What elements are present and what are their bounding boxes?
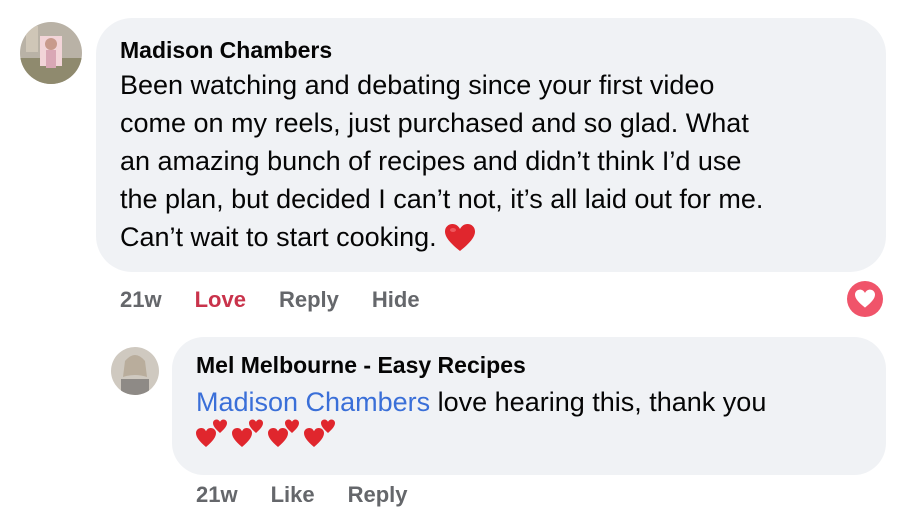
- reply-author[interactable]: Mel Melbourne - Easy Recipes: [196, 351, 862, 379]
- reply-timestamp[interactable]: 21w: [196, 482, 238, 508]
- two-hearts-icon: [304, 415, 336, 449]
- hide-button[interactable]: Hide: [372, 287, 420, 313]
- two-hearts-icon: [196, 415, 228, 449]
- reply-bubble: Mel Melbourne - Easy Recipes Madison Cha…: [172, 337, 886, 475]
- reply-to-reply-button[interactable]: Reply: [348, 482, 408, 508]
- two-hearts-icon: [268, 415, 300, 449]
- comment-timestamp[interactable]: 21w: [120, 287, 162, 313]
- red-heart-icon: [444, 223, 476, 253]
- replier-avatar[interactable]: [111, 347, 159, 395]
- comment-body: Been watching and debating since your fi…: [120, 70, 764, 252]
- two-hearts-icon: [232, 415, 264, 449]
- reply-button[interactable]: Reply: [279, 287, 339, 313]
- comment-text: Been watching and debating since your fi…: [120, 66, 862, 256]
- comment-actions: 21w Love Reply Hide: [120, 286, 453, 314]
- commenter-avatar[interactable]: [20, 22, 82, 84]
- mention-link[interactable]: Madison Chambers: [196, 387, 430, 417]
- love-reaction-icon[interactable]: [847, 281, 883, 317]
- comment-bubble: Madison Chambers Been watching and debat…: [96, 18, 886, 272]
- like-button[interactable]: Like: [271, 482, 315, 508]
- comment-author[interactable]: Madison Chambers: [120, 36, 862, 64]
- reply-actions: 21w Like Reply: [196, 481, 441, 509]
- reply-body: love hearing this, thank you: [437, 387, 767, 417]
- love-reaction-button[interactable]: Love: [195, 287, 246, 313]
